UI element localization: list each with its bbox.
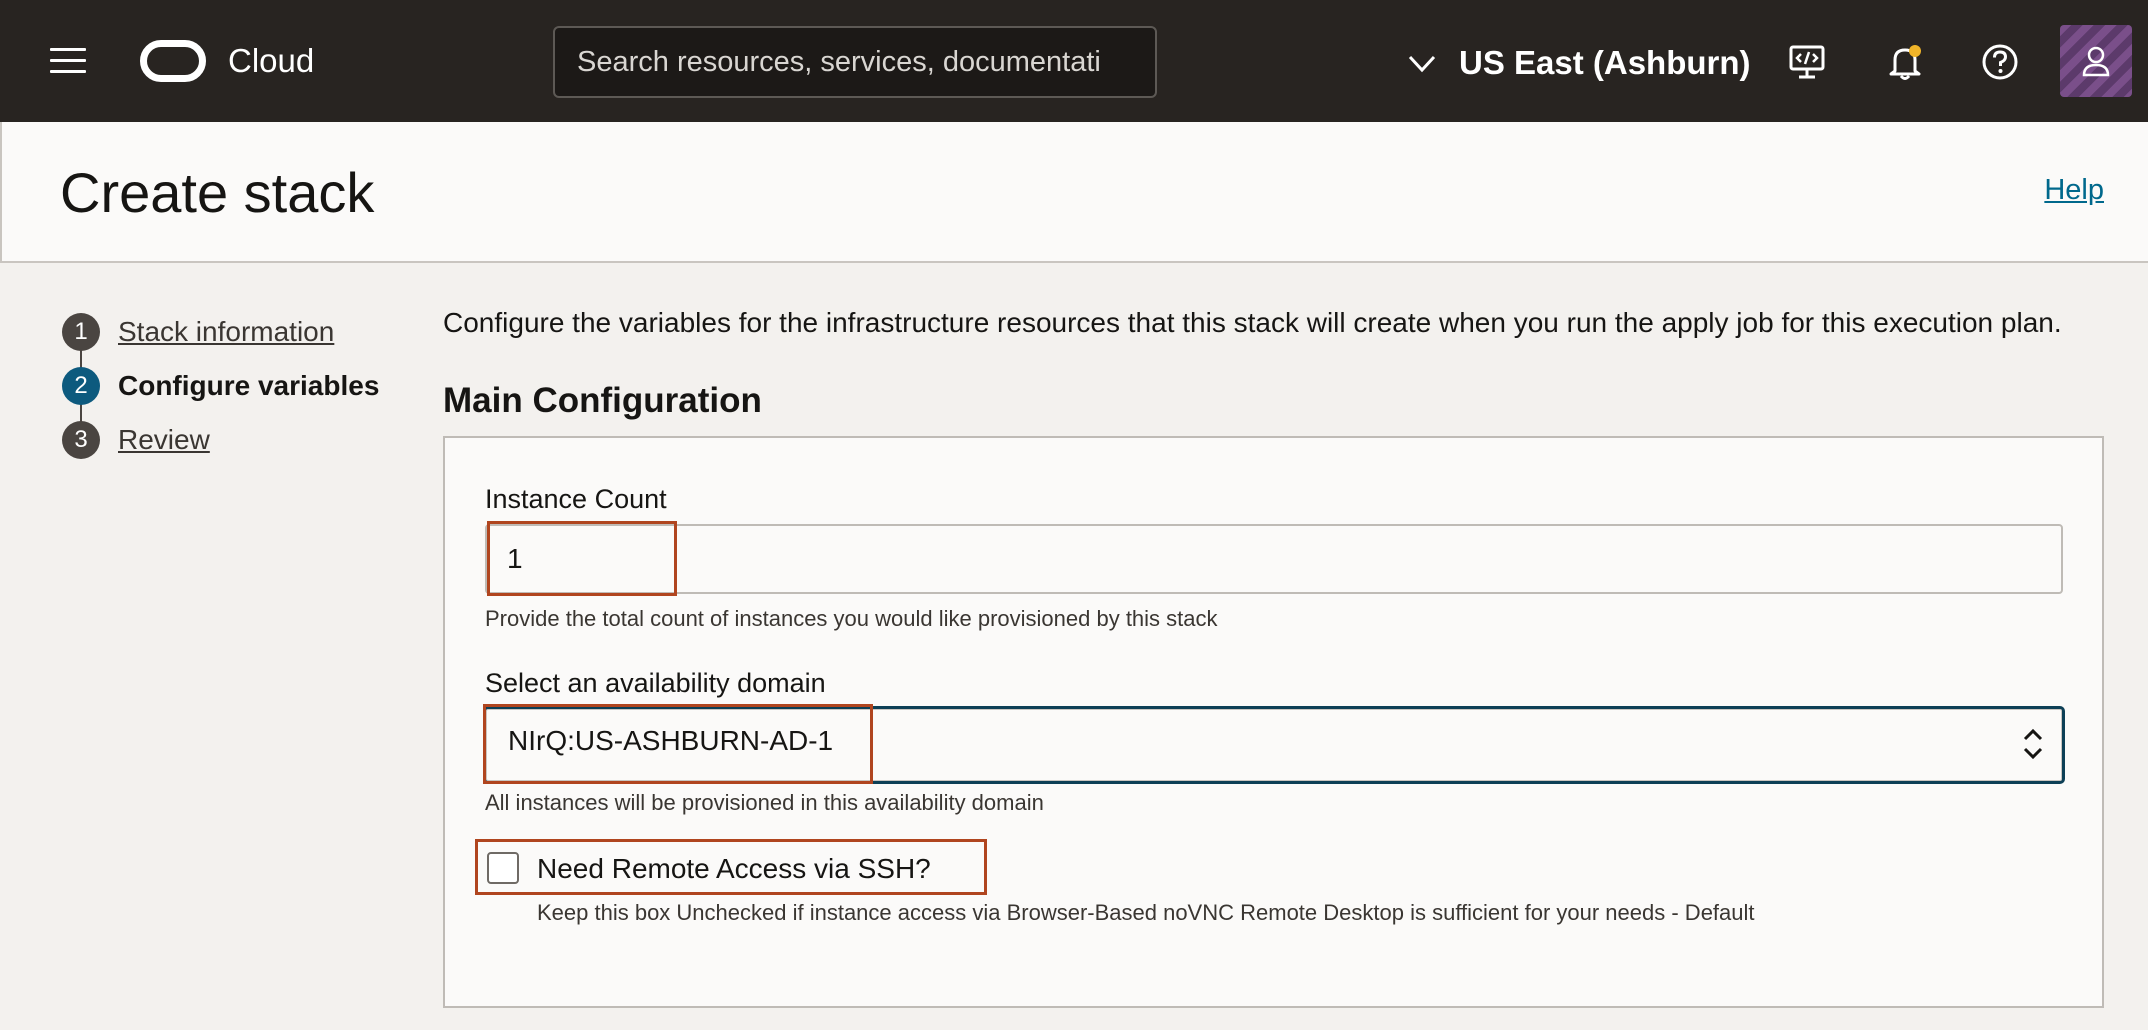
step-label: Configure variables — [118, 370, 380, 401]
section-title: Main Configuration — [443, 381, 762, 420]
intro-text: Configure the variables for the infrastr… — [443, 307, 2062, 338]
avatar[interactable] — [2060, 25, 2132, 97]
wizard-steps: 1 Stack information 2 Configure variable… — [62, 305, 379, 467]
developer-tools-icon[interactable] — [1787, 42, 1827, 82]
ssh-checkbox-label[interactable]: Need Remote Access via SSH? — [537, 853, 931, 885]
search-input[interactable] — [555, 28, 1155, 96]
availability-domain-value: NIrQ:US-ASHBURN-AD-1 — [508, 725, 834, 756]
bell-icon[interactable] — [1885, 42, 1925, 82]
main-configuration-panel: Instance Count Provide the total count o… — [443, 436, 2104, 1008]
step-review[interactable]: 3 Review — [62, 413, 379, 467]
step-stack-information[interactable]: 1 Stack information — [62, 305, 379, 359]
chevron-down-icon — [1408, 55, 1436, 73]
availability-domain-help: All instances will be provisioned in thi… — [485, 790, 1044, 815]
region-selector[interactable]: US East (Ashburn) — [1405, 40, 1751, 86]
step-label[interactable]: Review — [118, 424, 210, 456]
ssh-help: Keep this box Unchecked if instance acce… — [537, 900, 1755, 925]
instance-count-label: Instance Count — [485, 484, 667, 514]
instance-count-help: Provide the total count of instances you… — [485, 606, 1218, 631]
step-configure-variables: 2 Configure variables — [62, 359, 379, 413]
instance-count-input[interactable] — [485, 524, 2063, 594]
availability-domain-label: Select an availability domain — [485, 668, 826, 698]
brand-name[interactable]: Cloud — [228, 40, 314, 82]
availability-domain-select[interactable]: NIrQ:US-ASHBURN-AD-1 — [483, 706, 2065, 784]
step-number: 3 — [62, 421, 100, 459]
menu-icon[interactable] — [50, 48, 86, 74]
step-number: 1 — [62, 313, 100, 351]
step-label[interactable]: Stack information — [118, 316, 334, 348]
oracle-logo-icon[interactable] — [140, 40, 206, 82]
top-navigation-bar: Cloud US East (Ashburn) — [0, 0, 2148, 122]
help-icon[interactable] — [1980, 42, 2020, 82]
step-number: 2 — [62, 367, 100, 405]
search-box[interactable] — [553, 26, 1157, 98]
region-label: US East (Ashburn) — [1459, 44, 1751, 81]
page-header: Create stack Help — [0, 122, 2148, 263]
help-link[interactable]: Help — [2044, 174, 2104, 207]
select-arrows-icon — [2023, 728, 2043, 760]
user-icon — [2082, 46, 2110, 77]
page-title: Create stack — [60, 161, 375, 224]
ssh-checkbox[interactable] — [487, 852, 519, 884]
